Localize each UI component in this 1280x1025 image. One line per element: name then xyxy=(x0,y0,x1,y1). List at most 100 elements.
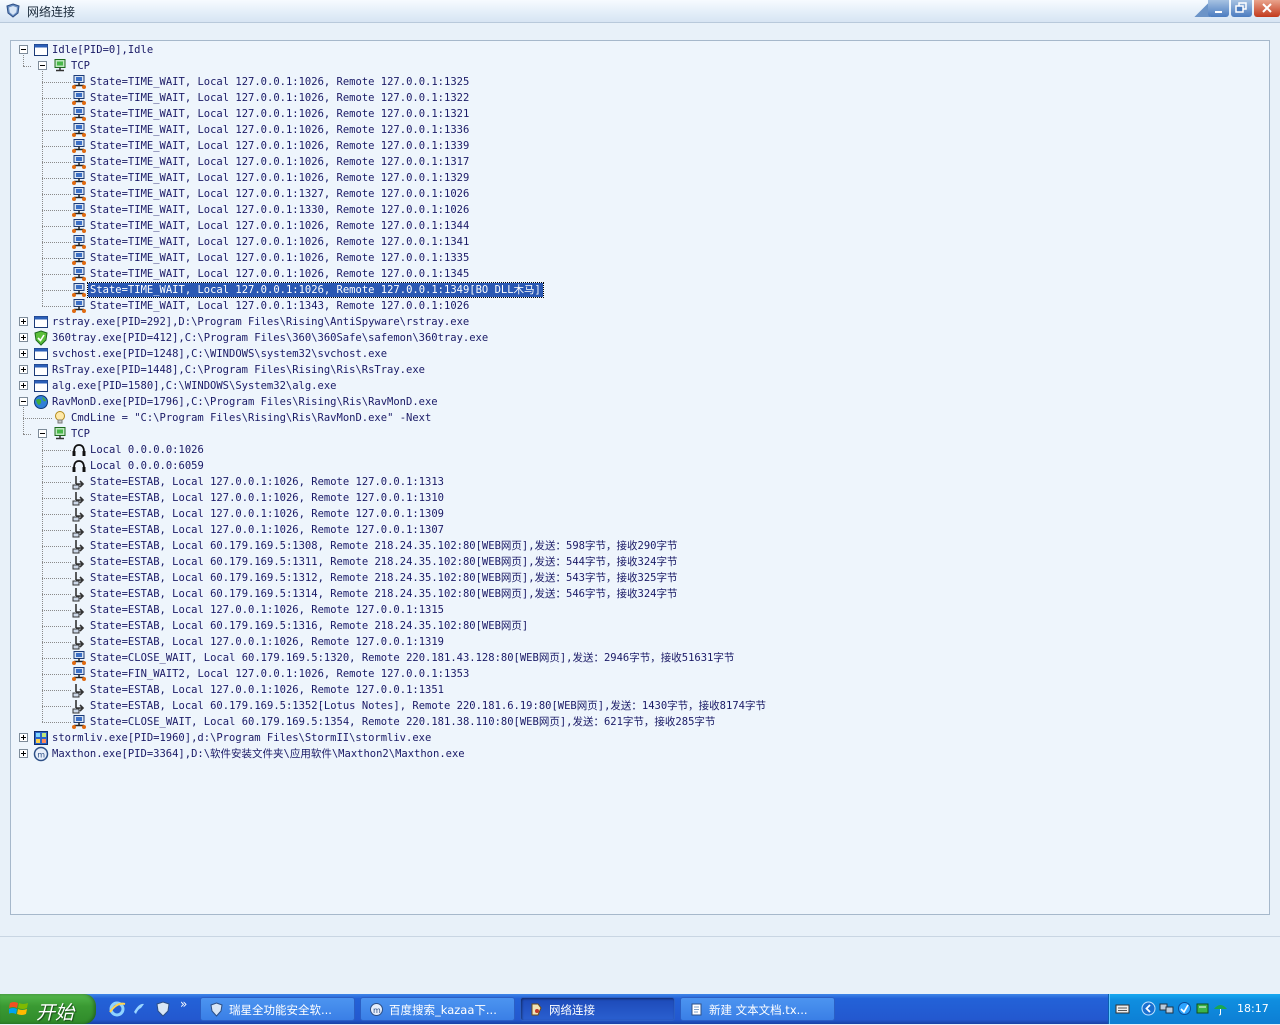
tree-connector xyxy=(42,258,71,259)
tree-connector xyxy=(42,242,71,243)
tree-connector xyxy=(42,450,71,451)
connection-icon xyxy=(72,123,86,137)
connection-icon xyxy=(72,715,86,729)
tree-node-label: State=TIME_WAIT, Local 127.0.0.1:1026, R… xyxy=(90,124,470,136)
tree-node-label: RsTray.exe[PID=1448],C:\Program Files\Ri… xyxy=(52,364,425,376)
connection-icon xyxy=(72,155,86,169)
tree-connector xyxy=(42,498,71,499)
app-shield-icon xyxy=(6,3,20,18)
established-icon xyxy=(72,524,85,538)
connection-icon xyxy=(72,283,86,297)
taskbar-button-label: 瑞星全功能安全软... xyxy=(229,1003,332,1017)
minimize-button[interactable] xyxy=(1208,0,1229,17)
close-icon xyxy=(1262,3,1272,13)
tree-node-label: 360tray.exe[PID=412],C:\Program Files\36… xyxy=(52,332,489,344)
tree-connector xyxy=(42,706,71,707)
keyboard-tray-icon[interactable] xyxy=(1115,1001,1130,1016)
shield-icon xyxy=(34,330,48,346)
tree-connector xyxy=(42,610,71,611)
tree-node-label: State=ESTAB, Local 60.179.169.5:1314, Re… xyxy=(90,588,678,600)
start-button[interactable]: 开始 xyxy=(0,994,96,1024)
tree-node-label: State=TIME_WAIT, Local 127.0.0.1:1026, R… xyxy=(87,282,544,298)
shield-tray-icon[interactable] xyxy=(1177,1001,1192,1016)
tree-connector xyxy=(42,626,71,627)
connection-tree[interactable]: Idle[PID=0],Idle TCP State=TIME_WAIT, Loca… xyxy=(10,40,1270,915)
tree-connector xyxy=(42,642,71,643)
close-button[interactable] xyxy=(1254,0,1280,17)
window-icon xyxy=(34,348,48,360)
tree-node-label: State=ESTAB, Local 127.0.0.1:1026, Remot… xyxy=(90,508,445,520)
tree-connector xyxy=(23,434,31,435)
tree-node-label: State=TIME_WAIT, Local 127.0.0.1:1026, R… xyxy=(90,220,470,232)
umbrella-tray-icon[interactable] xyxy=(1213,1001,1228,1016)
tree-connector xyxy=(42,114,71,115)
tree-connector xyxy=(23,66,31,67)
tree-node-label: State=TIME_WAIT, Local 127.0.0.1:1330, R… xyxy=(90,204,470,216)
established-icon xyxy=(72,556,85,570)
tree-node-label: State=ESTAB, Local 127.0.0.1:1026, Remot… xyxy=(90,492,445,504)
tree-connector xyxy=(42,530,71,531)
tree-node-label: State=ESTAB, Local 60.179.169.5:1352[Lot… xyxy=(90,700,766,712)
tree-node-label: alg.exe[PID=1580],C:\WINDOWS\System32\al… xyxy=(52,380,337,392)
tree-connector xyxy=(42,690,71,691)
expand-button[interactable] xyxy=(19,365,28,374)
window-icon xyxy=(34,364,48,376)
notepad-icon xyxy=(691,1003,702,1016)
tree-connector xyxy=(42,210,71,211)
taskbar-button-rising[interactable]: 瑞星全功能安全软... xyxy=(200,997,355,1021)
expand-button[interactable] xyxy=(19,381,28,390)
tree-node-label: svchost.exe[PID=1248],C:\WINDOWS\system3… xyxy=(52,348,388,360)
tree-connector xyxy=(42,82,71,83)
listen-icon xyxy=(72,460,86,472)
start-label: 开始 xyxy=(36,1002,75,1024)
system-tray: 18:17 xyxy=(1108,994,1280,1024)
tree-connector xyxy=(42,130,71,131)
globe-icon xyxy=(34,395,48,409)
connection-icon xyxy=(72,187,86,201)
window-icon xyxy=(34,44,48,56)
collapse-button[interactable] xyxy=(38,429,47,438)
tree-node-label: Local 0.0.0.0:1026 xyxy=(90,444,204,456)
tree-connector xyxy=(42,562,71,563)
established-icon xyxy=(72,620,85,634)
tree-connector xyxy=(42,578,71,579)
minimize-icon xyxy=(1215,11,1222,13)
taskbar-button-maxthon[interactable]: m 百度搜索_kazaa下... xyxy=(360,997,515,1021)
title-bar: 网络连接 xyxy=(0,0,1280,23)
tree-node-label: State=ESTAB, Local 60.179.169.5:1312, Re… xyxy=(90,572,678,584)
ie-quicklaunch-icon[interactable] xyxy=(108,1000,126,1018)
tree-connector xyxy=(42,722,71,723)
tree-node-label: State=FIN_WAIT2, Local 127.0.0.1:1026, R… xyxy=(90,668,470,680)
taskbar-button-label: 网络连接 xyxy=(549,1003,595,1017)
connection-icon xyxy=(72,235,86,249)
restore-button[interactable] xyxy=(1231,0,1252,17)
expand-button[interactable] xyxy=(19,317,28,326)
taskbar-button-notepad[interactable]: 新建 文本文档.tx... xyxy=(680,997,835,1021)
connection-icon xyxy=(72,667,86,681)
collapse-button[interactable] xyxy=(19,397,28,406)
tree-connector xyxy=(42,162,71,163)
network-tray-icon[interactable] xyxy=(1159,1001,1174,1016)
arrow-quicklaunch-icon[interactable] xyxy=(130,1000,148,1018)
tree-node-label: Maxthon.exe[PID=3364],D:\软件安装文件夹\应用软件\Ma… xyxy=(52,748,465,760)
expand-button[interactable] xyxy=(19,349,28,358)
shield-quicklaunch-icon[interactable] xyxy=(154,1000,172,1018)
expand-button[interactable] xyxy=(19,749,28,758)
chevron-left-icon[interactable] xyxy=(1141,1001,1156,1016)
established-icon xyxy=(72,588,85,602)
tree-node-label: State=TIME_WAIT, Local 127.0.0.1:1026, R… xyxy=(90,108,470,120)
green-tray-icon[interactable] xyxy=(1195,1001,1210,1016)
taskbar-button-network[interactable]: 网络连接 xyxy=(520,997,675,1021)
tree-node-label: Local 0.0.0.0:6059 xyxy=(90,460,204,472)
lightbulb-icon xyxy=(55,411,65,424)
tree-node-label: RavMonD.exe[PID=1796],C:\Program Files\R… xyxy=(52,396,438,408)
expand-button[interactable] xyxy=(19,733,28,742)
collapse-button[interactable] xyxy=(38,61,47,70)
tree-node-label: State=ESTAB, Local 127.0.0.1:1026, Remot… xyxy=(90,636,445,648)
quicklaunch-more[interactable]: » xyxy=(180,997,187,1011)
tree-node-label: State=ESTAB, Local 60.179.169.5:1311, Re… xyxy=(90,556,678,568)
collapse-button[interactable] xyxy=(19,45,28,54)
restore-icon xyxy=(1235,2,1247,13)
tree-connector xyxy=(42,306,71,307)
expand-button[interactable] xyxy=(19,333,28,342)
